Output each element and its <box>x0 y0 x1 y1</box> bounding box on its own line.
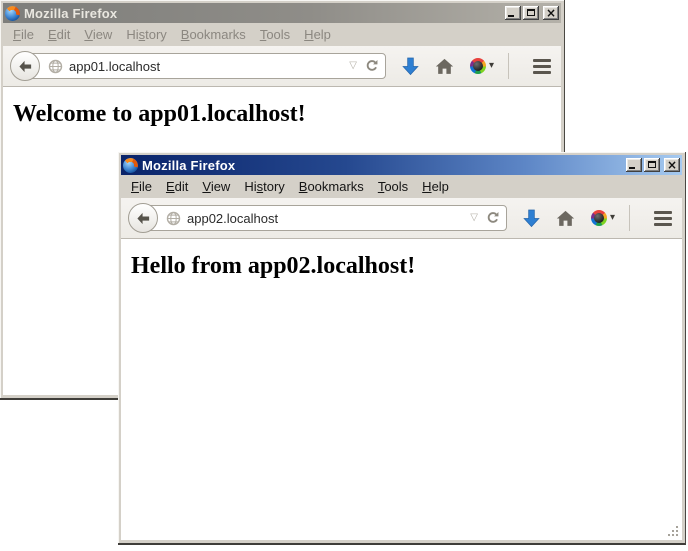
caret-down-icon: ▾ <box>610 213 615 223</box>
urlbar-dropdown-icon[interactable]: ▽ <box>470 213 478 223</box>
caret-down-icon: ▾ <box>489 61 494 71</box>
reload-icon[interactable] <box>365 59 379 73</box>
close-icon: × <box>667 160 677 171</box>
extension-colorwheel-button[interactable]: ▾ <box>470 51 494 81</box>
colorwheel-icon <box>591 210 607 226</box>
url-input[interactable] <box>187 211 464 226</box>
home-icon <box>556 210 575 227</box>
menu-item-file[interactable]: File <box>124 177 159 196</box>
hamburger-icon <box>654 209 672 227</box>
menu-item-help[interactable]: Help <box>297 25 338 44</box>
reload-icon[interactable] <box>486 211 500 225</box>
back-arrow-icon <box>136 211 151 226</box>
menu-item-view[interactable]: View <box>195 177 237 196</box>
globe-icon[interactable] <box>48 59 63 74</box>
maximize-icon <box>648 161 656 168</box>
download-icon <box>402 57 419 76</box>
extension-colorwheel-button[interactable]: ▾ <box>591 203 615 233</box>
back-button[interactable] <box>10 51 40 81</box>
close-button[interactable]: × <box>664 158 680 172</box>
url-bar[interactable]: ▽ <box>144 205 507 231</box>
titlebar[interactable]: Mozilla Firefox × <box>3 3 561 23</box>
download-button[interactable] <box>523 203 540 233</box>
toolbar-separator <box>629 205 630 231</box>
firefox-logo-icon <box>5 6 20 21</box>
window-title: Mozilla Firefox <box>24 6 117 21</box>
menu-item-edit[interactable]: Edit <box>41 25 77 44</box>
menu-button[interactable] <box>654 203 672 233</box>
toolbar-separator <box>508 53 509 79</box>
menu-item-tools[interactable]: Tools <box>253 25 297 44</box>
window-title: Mozilla Firefox <box>142 158 235 173</box>
navigation-toolbar: ▽ ▾ <box>121 198 682 239</box>
menu-item-bookmarks[interactable]: Bookmarks <box>292 177 371 196</box>
download-icon <box>523 209 540 228</box>
menu-bar: FileEditViewHistoryBookmarksToolsHelp <box>121 175 682 198</box>
navigation-toolbar: ▽ ▾ <box>3 46 561 87</box>
hamburger-icon <box>533 57 551 75</box>
menu-item-help[interactable]: Help <box>415 177 456 196</box>
urlbar-dropdown-icon[interactable]: ▽ <box>349 61 357 71</box>
minimize-button[interactable] <box>505 6 521 20</box>
url-bar[interactable]: ▽ <box>26 53 386 79</box>
menu-item-tools[interactable]: Tools <box>371 177 415 196</box>
menu-item-view[interactable]: View <box>77 25 119 44</box>
menu-button[interactable] <box>533 51 551 81</box>
maximize-button[interactable] <box>523 6 539 20</box>
download-button[interactable] <box>402 51 419 81</box>
close-icon: × <box>546 8 556 19</box>
page-heading: Hello from app02.localhost! <box>131 253 682 280</box>
home-icon <box>435 58 454 75</box>
home-button[interactable] <box>435 51 454 81</box>
maximize-button[interactable] <box>644 158 660 172</box>
minimize-icon <box>508 15 514 17</box>
resize-grip[interactable] <box>666 524 678 536</box>
menu-item-history[interactable]: History <box>119 25 173 44</box>
menu-bar: FileEditViewHistoryBookmarksToolsHelp <box>3 23 561 46</box>
window-controls: × <box>626 158 680 172</box>
titlebar[interactable]: Mozilla Firefox × <box>121 155 682 175</box>
menu-item-edit[interactable]: Edit <box>159 177 195 196</box>
window-controls: × <box>505 6 559 20</box>
menu-item-bookmarks[interactable]: Bookmarks <box>174 25 253 44</box>
browser-window-app02: Mozilla Firefox × FileEditViewHistoryBoo… <box>118 152 686 545</box>
page-heading: Welcome to app01.localhost! <box>13 101 561 128</box>
home-button[interactable] <box>556 203 575 233</box>
back-arrow-icon <box>18 59 33 74</box>
firefox-logo-icon <box>123 158 138 173</box>
minimize-icon <box>629 167 635 169</box>
close-button[interactable]: × <box>543 6 559 20</box>
back-button[interactable] <box>128 203 158 233</box>
colorwheel-icon <box>470 58 486 74</box>
menu-item-file[interactable]: File <box>6 25 41 44</box>
url-input[interactable] <box>69 59 343 74</box>
page-content: Hello from app02.localhost! <box>121 239 682 540</box>
minimize-button[interactable] <box>626 158 642 172</box>
globe-icon[interactable] <box>166 211 181 226</box>
maximize-icon <box>527 9 535 16</box>
menu-item-history[interactable]: History <box>237 177 291 196</box>
